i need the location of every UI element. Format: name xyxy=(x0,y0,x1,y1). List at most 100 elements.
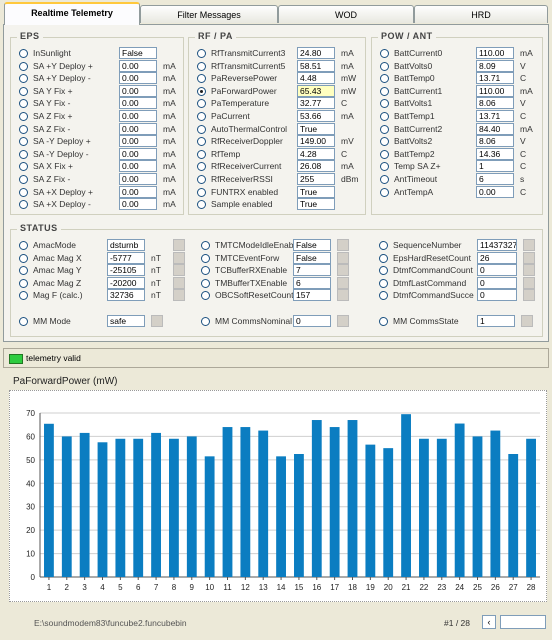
select-radio[interactable] xyxy=(379,278,388,288)
select-radio[interactable] xyxy=(380,149,389,159)
value-field: 84.40 xyxy=(476,122,514,135)
select-radio[interactable] xyxy=(19,278,28,288)
x-tick-label: 10 xyxy=(205,583,214,592)
telemetry-row-sample-enabled: Sample enabled True xyxy=(197,198,361,211)
select-radio[interactable] xyxy=(380,175,389,184)
select-radio[interactable] xyxy=(19,317,28,326)
select-radio[interactable] xyxy=(379,241,388,250)
row-label: Amac Mag Y xyxy=(33,265,82,276)
telemetry-led-icon xyxy=(9,354,23,364)
select-radio[interactable] xyxy=(379,253,388,263)
bar-13 xyxy=(258,430,269,577)
value-field: 0.00 xyxy=(119,173,157,185)
rf-pa-title: RF / PA xyxy=(195,31,236,41)
select-radio[interactable] xyxy=(19,99,28,109)
status-row-tmtcmodeidleenab: TMTCModeIdleEnab False xyxy=(201,239,361,252)
page-prev-button[interactable]: ‹ xyxy=(482,615,496,629)
select-radio[interactable] xyxy=(197,99,206,109)
select-radio[interactable] xyxy=(201,241,210,250)
tab-realtime-telemetry[interactable]: Realtime Telemetry xyxy=(4,2,140,25)
page-input[interactable] xyxy=(500,615,546,629)
value-field: 26 xyxy=(477,251,517,264)
select-radio[interactable] xyxy=(197,187,206,197)
status-indicator xyxy=(173,251,185,264)
select-radio[interactable] xyxy=(19,61,28,71)
row-label: SequenceNumber xyxy=(393,240,462,250)
row-label: DtmfCommandCount xyxy=(393,265,473,276)
telemetry-row-sa-x-deploy: SA +X Deploy - 0.00 mA xyxy=(19,198,179,211)
select-radio[interactable] xyxy=(19,187,28,197)
select-radio[interactable] xyxy=(19,124,28,134)
unit-label: mV xyxy=(341,136,354,147)
value-field: True xyxy=(297,122,335,135)
select-radio[interactable] xyxy=(380,86,389,96)
select-radio[interactable] xyxy=(201,253,210,263)
select-radio[interactable] xyxy=(197,124,206,134)
row-label: TMTCModeIdleEnab xyxy=(215,240,294,250)
status-indicator xyxy=(523,289,535,302)
select-radio[interactable] xyxy=(197,162,206,172)
select-radio[interactable] xyxy=(197,74,206,84)
bar-27 xyxy=(508,454,519,577)
select-radio[interactable] xyxy=(379,317,388,326)
tab-filter-messages[interactable]: Filter Messages xyxy=(140,5,278,23)
telemetry-row-sa-y-deploy: SA -Y Deploy - 0.00 mA xyxy=(19,147,179,161)
select-radio[interactable] xyxy=(201,317,210,326)
value-field: False xyxy=(293,239,331,251)
status-indicator xyxy=(151,315,163,327)
select-radio[interactable] xyxy=(197,200,206,210)
select-radio[interactable] xyxy=(379,291,388,301)
value-field: 0.00 xyxy=(119,147,157,160)
select-radio[interactable] xyxy=(201,291,210,301)
tab-wod[interactable]: WOD xyxy=(278,5,414,23)
select-radio[interactable] xyxy=(380,99,389,109)
status-row-amac-mag-z: Amac Mag Z -20200 nT xyxy=(19,276,185,290)
select-radio[interactable] xyxy=(19,200,28,210)
select-radio[interactable] xyxy=(19,175,28,184)
select-radio[interactable] xyxy=(201,266,210,276)
value-field: 0.00 xyxy=(119,110,157,122)
select-radio[interactable] xyxy=(380,49,389,58)
select-radio[interactable] xyxy=(197,86,206,96)
select-radio[interactable] xyxy=(380,124,389,134)
select-radio[interactable] xyxy=(19,241,28,250)
telemetry-status-bar: telemetry valid xyxy=(3,348,549,368)
select-radio[interactable] xyxy=(197,137,206,147)
select-radio[interactable] xyxy=(19,137,28,147)
value-field: 157 xyxy=(293,289,331,302)
select-radio[interactable] xyxy=(380,61,389,71)
select-radio[interactable] xyxy=(19,253,28,263)
select-radio[interactable] xyxy=(19,149,28,159)
status-row-epshardresetcount: EpsHardResetCount 26 xyxy=(379,251,539,265)
select-radio[interactable] xyxy=(380,137,389,147)
select-radio[interactable] xyxy=(19,162,28,172)
unit-label: mW xyxy=(341,85,357,96)
select-radio[interactable] xyxy=(380,74,389,84)
select-radio[interactable] xyxy=(19,74,28,84)
select-radio[interactable] xyxy=(197,112,206,121)
unit-label: mA xyxy=(163,174,176,184)
x-tick-label: 27 xyxy=(509,583,518,592)
value-field: 0.00 xyxy=(476,185,514,198)
select-radio[interactable] xyxy=(19,49,28,58)
select-radio[interactable] xyxy=(380,187,389,197)
select-radio[interactable] xyxy=(197,49,206,58)
bar-19 xyxy=(365,444,376,577)
select-radio[interactable] xyxy=(380,162,389,172)
select-radio[interactable] xyxy=(19,112,28,121)
select-radio[interactable] xyxy=(19,86,28,96)
select-radio[interactable] xyxy=(380,112,389,121)
value-field: 8.06 xyxy=(476,97,514,110)
tab-hrd[interactable]: HRD xyxy=(414,5,548,23)
bar-4 xyxy=(97,442,108,577)
select-radio[interactable] xyxy=(19,266,28,276)
select-radio[interactable] xyxy=(197,149,206,159)
unit-label: mA xyxy=(520,123,533,134)
telemetry-row-sa-y-fix: SA Y Fix + 0.00 mA xyxy=(19,84,179,98)
select-radio[interactable] xyxy=(19,291,28,301)
bar-1 xyxy=(44,423,54,577)
select-radio[interactable] xyxy=(197,175,206,184)
select-radio[interactable] xyxy=(197,61,206,71)
select-radio[interactable] xyxy=(379,266,388,276)
select-radio[interactable] xyxy=(201,278,210,288)
